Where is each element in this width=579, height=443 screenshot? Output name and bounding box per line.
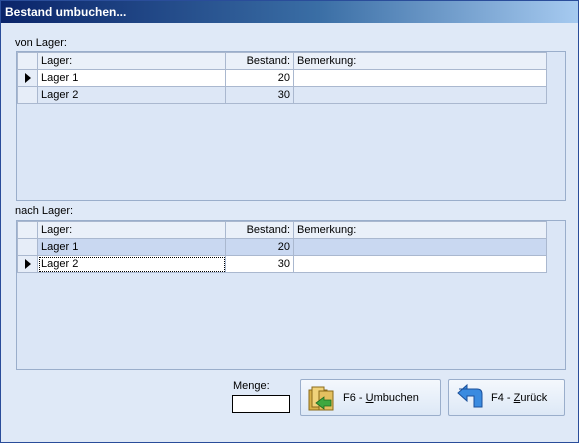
column-header-lager[interactable]: Lager: — [37, 52, 226, 70]
return-arrow-icon — [457, 383, 483, 407]
cell-bestand[interactable]: 30 — [225, 255, 294, 273]
title-bar: Bestand umbuchen... — [1, 1, 578, 23]
cell-bemerkung[interactable] — [293, 69, 547, 87]
to-warehouse-table: Lager: Bestand: Bemerkung: Lager 1 20 La… — [17, 221, 547, 273]
column-header-bestand[interactable]: Bestand: — [225, 221, 294, 239]
to-warehouse-grid: Lager: Bestand: Bemerkung: Lager 1 20 La… — [16, 220, 566, 370]
cell-lager[interactable]: Lager 2 — [37, 86, 226, 104]
table-row[interactable]: Lager 2 30 — [17, 255, 547, 273]
quantity-input[interactable] — [232, 395, 290, 413]
cell-bestand[interactable]: 20 — [225, 69, 294, 87]
current-row-indicator[interactable] — [17, 69, 38, 87]
table-header: Lager: Bestand: Bemerkung: — [17, 52, 547, 70]
table-row[interactable]: Lager 2 30 — [17, 86, 547, 104]
table-row[interactable]: Lager 1 20 — [17, 69, 547, 87]
from-warehouse-table: Lager: Bestand: Bemerkung: Lager 1 20 La… — [17, 52, 547, 104]
column-header-bestand[interactable]: Bestand: — [225, 52, 294, 70]
row-selector[interactable] — [17, 238, 38, 256]
cell-bemerkung[interactable] — [293, 255, 547, 273]
transfer-button[interactable]: F6 - Umbuchen — [300, 379, 441, 416]
back-button-label: F4 - Zurück — [491, 391, 548, 404]
window-title: Bestand umbuchen... — [5, 5, 127, 19]
to-warehouse-label: nach Lager: — [15, 205, 74, 217]
dialog-window: Bestand umbuchen... von Lager: Lager: Be… — [0, 0, 579, 443]
transfer-button-label: F6 - Umbuchen — [343, 391, 419, 404]
cell-bestand[interactable]: 30 — [225, 86, 294, 104]
cell-bemerkung[interactable] — [293, 86, 547, 104]
cell-lager[interactable]: Lager 2 — [37, 255, 226, 273]
table-row[interactable]: Lager 1 20 — [17, 238, 547, 256]
quantity-label: Menge: — [233, 380, 270, 392]
column-header-lager[interactable]: Lager: — [37, 221, 226, 239]
row-selector[interactable] — [17, 86, 38, 104]
cell-bestand[interactable]: 20 — [225, 238, 294, 256]
current-row-indicator[interactable] — [17, 255, 38, 273]
from-warehouse-label: von Lager: — [15, 37, 67, 49]
cell-lager[interactable]: Lager 1 — [37, 69, 226, 87]
column-header-bemerkung[interactable]: Bemerkung: — [293, 52, 547, 70]
row-pointer-icon — [24, 73, 31, 84]
cell-lager[interactable]: Lager 1 — [37, 238, 226, 256]
row-pointer-icon — [24, 259, 31, 270]
table-header: Lager: Bestand: Bemerkung: — [17, 221, 547, 239]
row-selector-header — [17, 52, 38, 70]
back-button[interactable]: F4 - Zurück — [448, 379, 565, 416]
column-header-bemerkung[interactable]: Bemerkung: — [293, 221, 547, 239]
cell-bemerkung[interactable] — [293, 238, 547, 256]
from-warehouse-grid: Lager: Bestand: Bemerkung: Lager 1 20 La… — [16, 51, 566, 201]
folder-transfer-icon — [308, 386, 334, 410]
row-selector-header — [17, 221, 38, 239]
